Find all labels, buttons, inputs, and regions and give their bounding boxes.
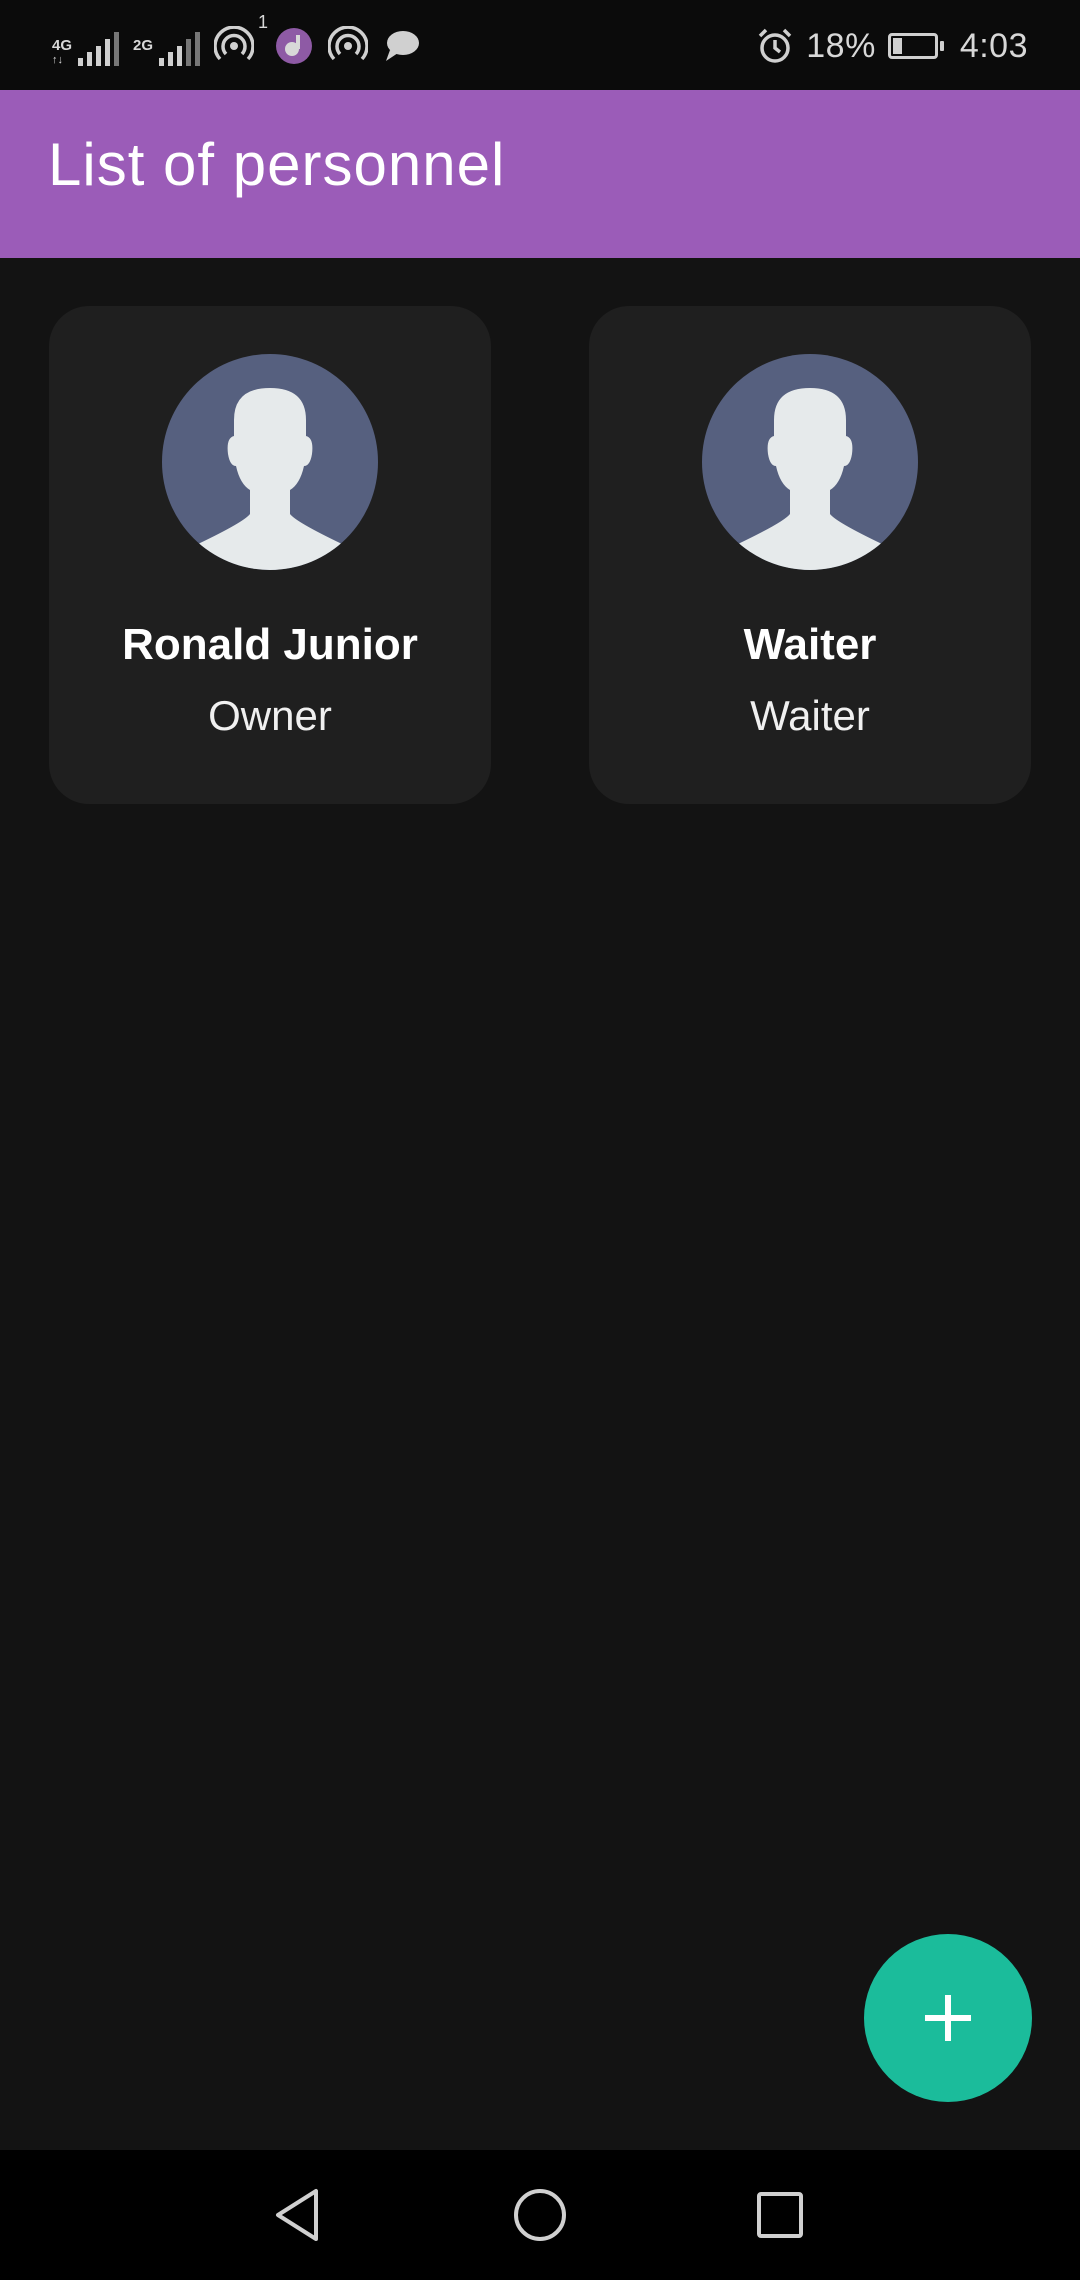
screen: 4G ↑↓ 2G 1 18% 4:03 List of personnel Ro… xyxy=(0,0,1080,2280)
notification-count: 1 xyxy=(258,12,269,32)
status-bar: 4G ↑↓ 2G 1 18% 4:03 xyxy=(0,0,1080,90)
sim1-type: 4G xyxy=(52,37,73,54)
hotspot-icon: 1 xyxy=(213,12,268,66)
personnel-card[interactable]: Ronald Junior Owner xyxy=(49,306,491,804)
personnel-name: Ronald Junior xyxy=(122,620,418,669)
plus-icon xyxy=(925,1995,971,2041)
battery-percent: 18% xyxy=(806,26,876,65)
avatar-placeholder-icon xyxy=(162,354,378,570)
avatar-placeholder-icon xyxy=(702,354,918,570)
alarm-icon xyxy=(756,27,794,65)
home-icon[interactable] xyxy=(510,2185,570,2245)
battery-charging-icon xyxy=(887,33,944,59)
sim2-signal-icon: 2G xyxy=(133,26,201,66)
hotspot-icon xyxy=(327,25,369,66)
personnel-role: Waiter xyxy=(750,692,870,739)
status-left: 4G ↑↓ 2G 1 xyxy=(52,12,422,74)
music-app-icon xyxy=(274,26,314,66)
clock: 4:03 xyxy=(959,26,1028,65)
system-nav-bar xyxy=(0,2150,1080,2280)
add-personnel-button[interactable] xyxy=(864,1934,1032,2102)
app-bar: List of personnel xyxy=(0,90,1080,258)
recents-icon[interactable] xyxy=(750,2185,810,2245)
message-icon xyxy=(382,26,422,66)
back-icon[interactable] xyxy=(270,2185,330,2245)
page-title: List of personnel xyxy=(48,131,506,198)
status-right: 18% 4:03 xyxy=(756,18,1028,74)
personnel-name: Waiter xyxy=(743,620,877,669)
sim2-type: 2G xyxy=(133,37,154,54)
personnel-role: Owner xyxy=(208,692,332,739)
personnel-card[interactable]: Waiter Waiter xyxy=(589,306,1031,804)
sim1-signal-icon: 4G ↑↓ xyxy=(52,26,120,66)
